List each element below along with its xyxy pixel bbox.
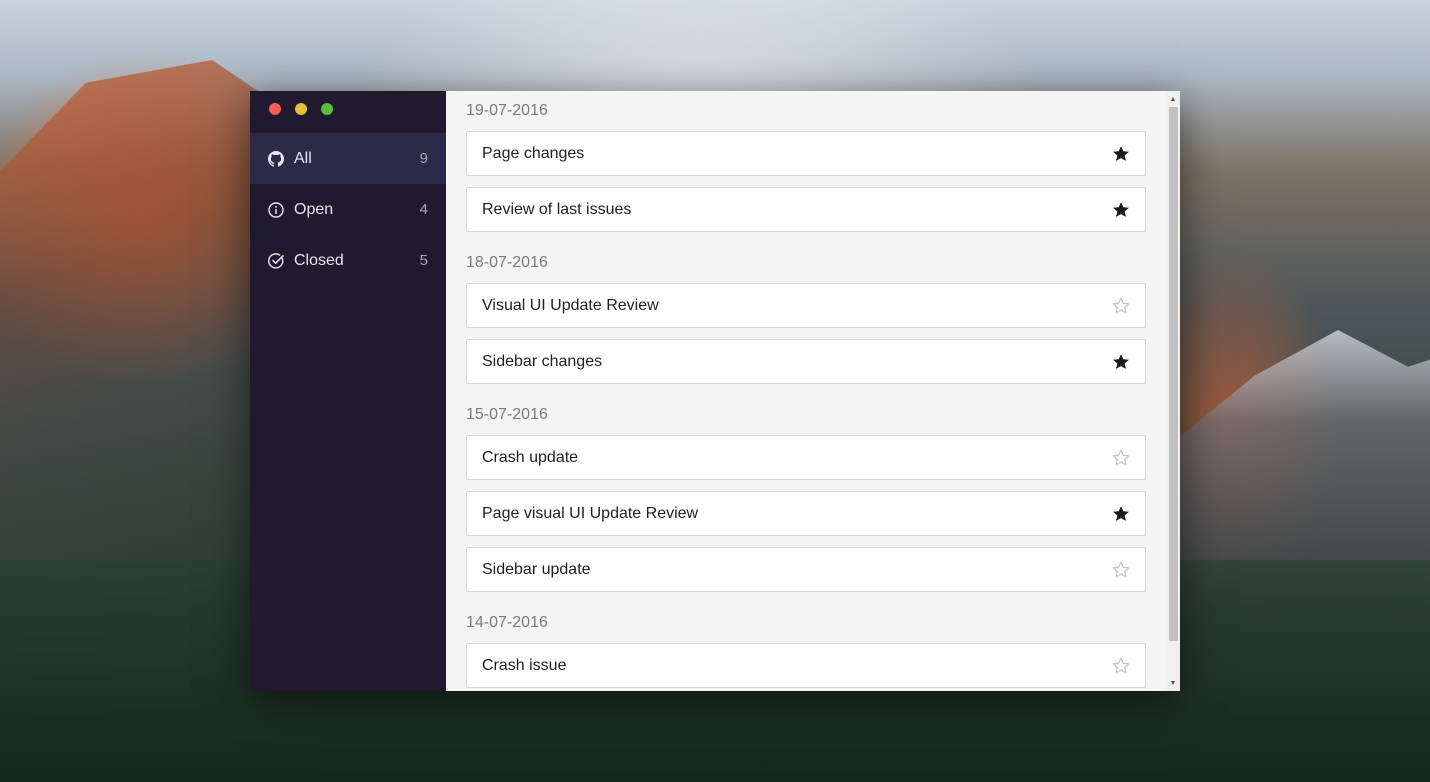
scroll-down-arrow-icon[interactable]: ▼ — [1166, 676, 1180, 690]
scrollbar-thumb[interactable] — [1169, 107, 1178, 641]
scroll-up-arrow-icon[interactable]: ▲ — [1166, 92, 1180, 106]
issue-row[interactable]: Sidebar update — [466, 547, 1146, 592]
issue-group: 19-07-2016 Page changes Review of last iss… — [446, 91, 1166, 232]
issue-list[interactable]: 19-07-2016 Page changes Review of last iss… — [446, 91, 1166, 691]
close-window-button[interactable] — [269, 103, 281, 115]
issue-row[interactable]: Page changes — [466, 131, 1146, 176]
group-date-heading: 19-07-2016 — [466, 102, 548, 119]
sidebar-item-closed[interactable]: Closed 5 — [250, 235, 446, 286]
check-circle-icon — [268, 252, 284, 269]
issue-row[interactable]: Review of last issues — [466, 187, 1146, 232]
issue-title: Page changes — [482, 144, 585, 162]
vertical-scrollbar[interactable]: ▲ ▼ — [1166, 91, 1180, 691]
issue-group: 15-07-2016 Crash update Page visual UI Upd… — [446, 395, 1166, 592]
star-outline-icon[interactable] — [1112, 657, 1130, 675]
sidebar-item-label: Open — [294, 200, 334, 218]
github-icon — [268, 150, 284, 167]
window-controls — [269, 103, 333, 115]
issue-row[interactable]: Page visual UI Update Review — [466, 491, 1146, 536]
star-filled-icon[interactable] — [1112, 505, 1130, 523]
sidebar-item-all[interactable]: All 9 — [250, 133, 446, 184]
issue-group: 18-07-2016 Visual UI Update Review Sidebar… — [446, 243, 1166, 384]
sidebar-item-label: Closed — [294, 251, 344, 269]
star-outline-icon[interactable] — [1112, 561, 1130, 579]
info-circle-icon — [268, 201, 284, 218]
issue-row[interactable]: Sidebar changes — [466, 339, 1146, 384]
sidebar-item-open[interactable]: Open 4 — [250, 184, 446, 235]
issue-title: Sidebar changes — [482, 352, 603, 370]
issue-title: Crash issue — [482, 656, 567, 674]
issue-title: Review of last issues — [482, 200, 632, 218]
sidebar: All 9 Open 4 Closed 5 — [250, 91, 446, 691]
star-filled-icon[interactable] — [1112, 353, 1130, 371]
group-date-heading: 18-07-2016 — [466, 254, 548, 271]
star-filled-icon[interactable] — [1112, 201, 1130, 219]
issue-list-panel: 19-07-2016 Page changes Review of last iss… — [446, 91, 1180, 691]
group-date-heading: 15-07-2016 — [466, 406, 548, 423]
sidebar-item-count: 5 — [419, 252, 428, 269]
star-outline-icon[interactable] — [1112, 449, 1130, 467]
sidebar-nav: All 9 Open 4 Closed 5 — [250, 133, 446, 286]
sidebar-item-count: 9 — [419, 150, 428, 167]
sidebar-item-count: 4 — [419, 201, 428, 218]
issue-row[interactable]: Visual UI Update Review — [466, 283, 1146, 328]
issue-title: Sidebar update — [482, 560, 591, 578]
minimize-window-button[interactable] — [295, 103, 307, 115]
issue-row[interactable]: Crash issue — [466, 643, 1146, 688]
star-filled-icon[interactable] — [1112, 145, 1130, 163]
issue-title: Visual UI Update Review — [482, 296, 659, 314]
group-date-heading: 14-07-2016 — [466, 614, 548, 631]
issue-title: Page visual UI Update Review — [482, 504, 699, 522]
app-window: All 9 Open 4 Closed 5 19-07-2016 Page cha… — [250, 91, 1180, 691]
issue-title: Crash update — [482, 448, 579, 466]
sidebar-item-label: All — [294, 149, 312, 167]
issue-group: 14-07-2016Crash issueVisual update & Cra… — [446, 603, 1166, 691]
star-outline-icon[interactable] — [1112, 297, 1130, 315]
issue-row[interactable]: Crash update — [466, 435, 1146, 480]
maximize-window-button[interactable] — [321, 103, 333, 115]
